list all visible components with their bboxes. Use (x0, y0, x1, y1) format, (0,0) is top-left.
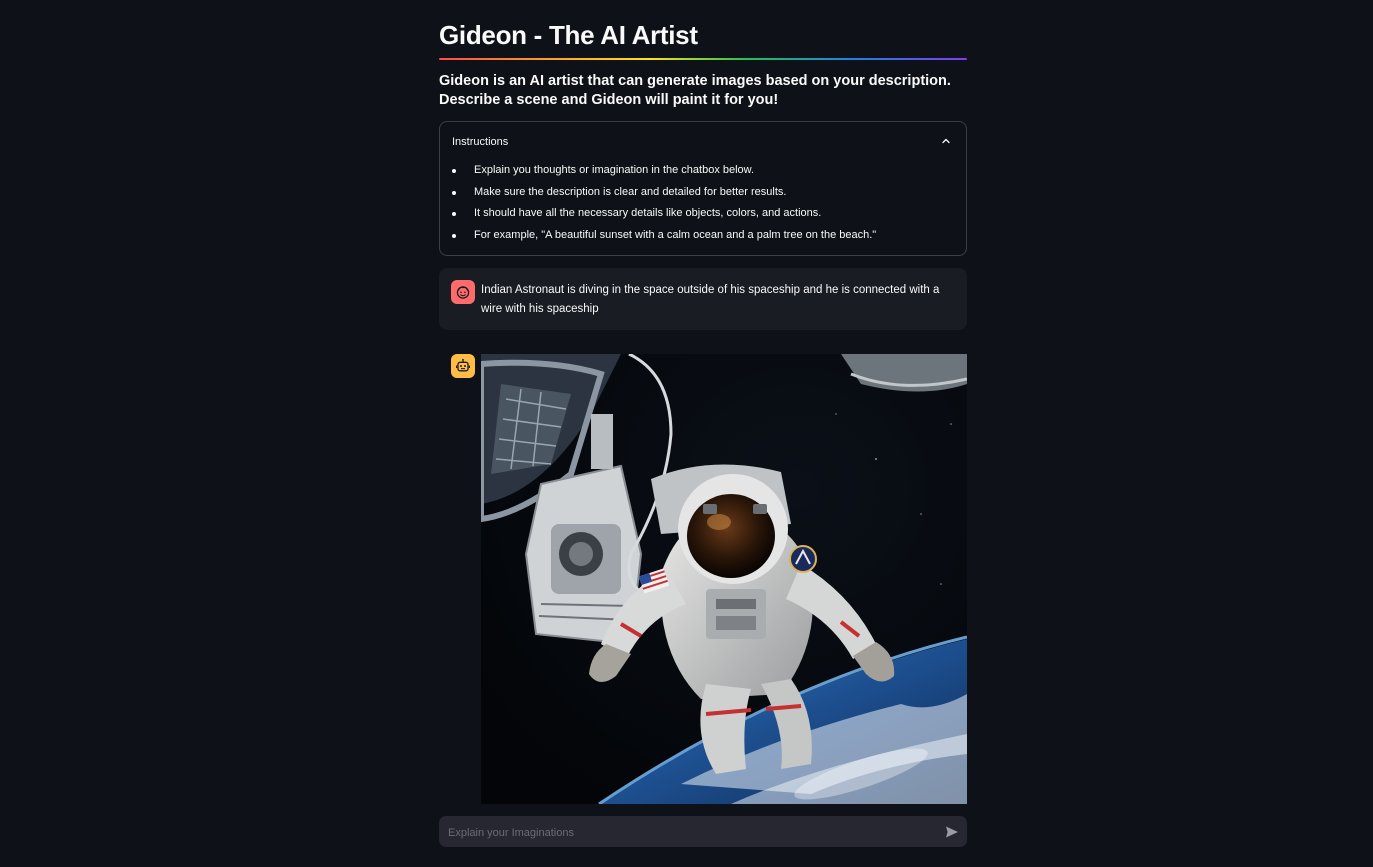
bullet-icon (452, 169, 456, 173)
send-icon[interactable] (944, 824, 959, 839)
astronaut-illustration (481, 354, 967, 804)
user-chat-message: Indian Astronaut is diving in the space … (439, 268, 967, 330)
instructions-expander: Instructions Explain you thoughts or ima… (439, 121, 967, 256)
page-subtitle: Gideon is an AI artist that can generate… (439, 72, 967, 110)
instruction-item: It should have all the necessary details… (452, 203, 876, 225)
instruction-item: Make sure the description is clear and d… (452, 182, 876, 204)
instructions-header[interactable]: Instructions (452, 132, 954, 148)
title-divider (439, 58, 967, 60)
robot-icon (451, 354, 475, 378)
chat-input[interactable] (446, 816, 930, 849)
user-face-icon (451, 280, 475, 304)
subtitle-line-2: Describe a scene and Gideon will paint i… (439, 92, 779, 108)
assistant-chat-message (439, 354, 967, 804)
instructions-title: Instructions (452, 136, 509, 148)
chevron-up-icon[interactable] (940, 134, 952, 146)
chat-input-container (439, 816, 967, 849)
instruction-text: It should have all the necessary details… (474, 207, 822, 220)
generated-image (481, 354, 967, 804)
bullet-icon (452, 234, 456, 239)
instruction-item: For example, "A beautiful sunset with a … (452, 225, 876, 247)
instruction-text: Explain you thoughts or imagination in t… (474, 164, 755, 176)
subtitle-line-1: Gideon is an AI artist that can generate… (439, 73, 951, 89)
instructions-list: Explain you thoughts or imagination in t… (452, 160, 876, 247)
instruction-item: Explain you thoughts or imagination in t… (452, 160, 876, 182)
page-title: Gideon - The AI Artist (439, 20, 698, 50)
bullet-icon (452, 190, 456, 195)
instruction-text: Make sure the description is clear and d… (474, 185, 787, 198)
instruction-text: For example, "A beautiful sunset with a … (474, 229, 877, 242)
user-message-text: Indian Astronaut is diving in the space … (481, 284, 940, 315)
bullet-icon (452, 212, 456, 217)
